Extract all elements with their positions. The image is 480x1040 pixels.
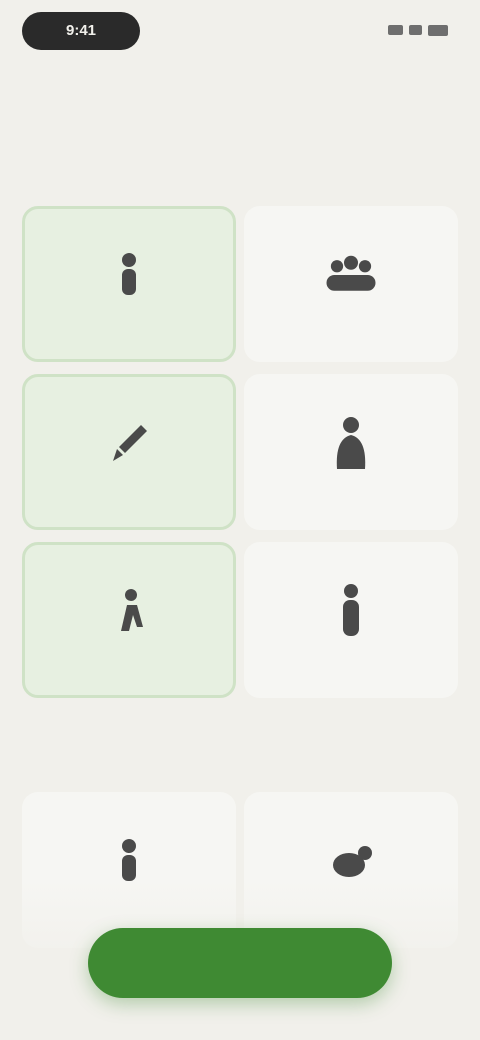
system-icons [388, 22, 448, 38]
figure-icon [323, 415, 379, 471]
activity-card-5[interactable] [22, 542, 236, 698]
person-icon [101, 247, 157, 303]
activity-card-4[interactable] [244, 374, 458, 530]
activity-card-3[interactable] [22, 374, 236, 530]
wifi-icon [408, 25, 422, 35]
continue-button[interactable] [88, 928, 392, 998]
status-bar: 9:41 [0, 0, 480, 64]
standing-icon [323, 583, 379, 639]
activity-card-1[interactable] [22, 206, 236, 362]
group-icon [323, 247, 379, 303]
paint-icon [101, 415, 157, 471]
activity-card-2[interactable] [244, 206, 458, 362]
status-time: 9:41 [65, 22, 97, 39]
climbing-icon [101, 583, 157, 639]
activity-card-6[interactable] [244, 542, 458, 698]
signal-icon [388, 25, 403, 35]
battery-icon [427, 24, 448, 36]
activity-grid [22, 206, 458, 698]
